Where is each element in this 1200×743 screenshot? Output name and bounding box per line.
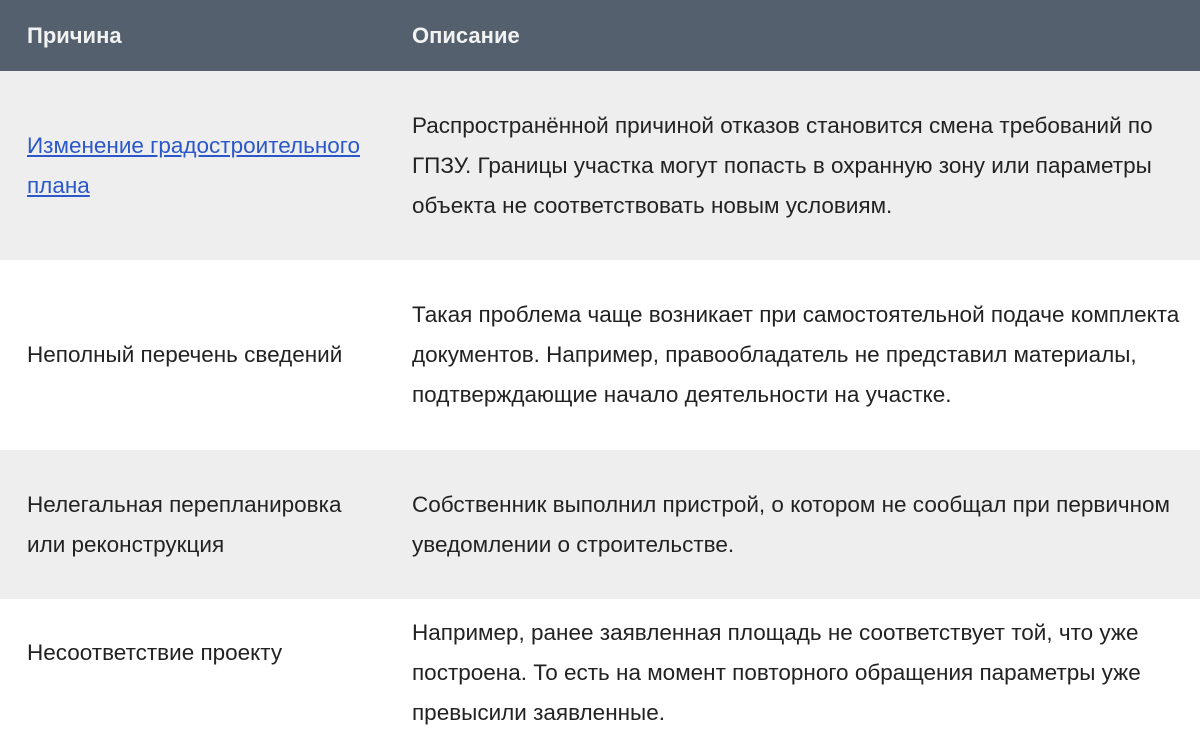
reasons-table: Причина Описание Изменение градостроител… xyxy=(0,0,1200,743)
table-row: Изменение градостроительного плана Распр… xyxy=(0,71,1200,260)
table-row: Нелегальная перепланировка или реконстру… xyxy=(0,450,1200,599)
description-cell: Например, ранее заявленная площадь не со… xyxy=(385,599,1200,743)
table-body: Изменение градостроительного плана Распр… xyxy=(0,71,1200,743)
header-row: Причина Описание xyxy=(0,0,1200,71)
reason-cell: Несоответствие проекту xyxy=(0,599,385,743)
table-row: Несоответствие проекту Например, ранее з… xyxy=(0,599,1200,743)
reason-cell: Изменение градостроительного плана xyxy=(0,71,385,260)
reason-cell: Неполный перечень сведений xyxy=(0,260,385,450)
table-row: Неполный перечень сведений Такая проблем… xyxy=(0,260,1200,450)
description-cell: Распространённой причиной отказов станов… xyxy=(385,71,1200,260)
reason-cell: Нелегальная перепланировка или реконстру… xyxy=(0,450,385,599)
table-header: Причина Описание xyxy=(0,0,1200,71)
header-description: Описание xyxy=(385,0,1200,71)
reason-link-gpzu[interactable]: Изменение градостроительного плана xyxy=(27,133,360,198)
description-cell: Такая проблема чаще возникает при самост… xyxy=(385,260,1200,450)
description-cell: Собственник выполнил пристрой, о котором… xyxy=(385,450,1200,599)
header-reason: Причина xyxy=(0,0,385,71)
